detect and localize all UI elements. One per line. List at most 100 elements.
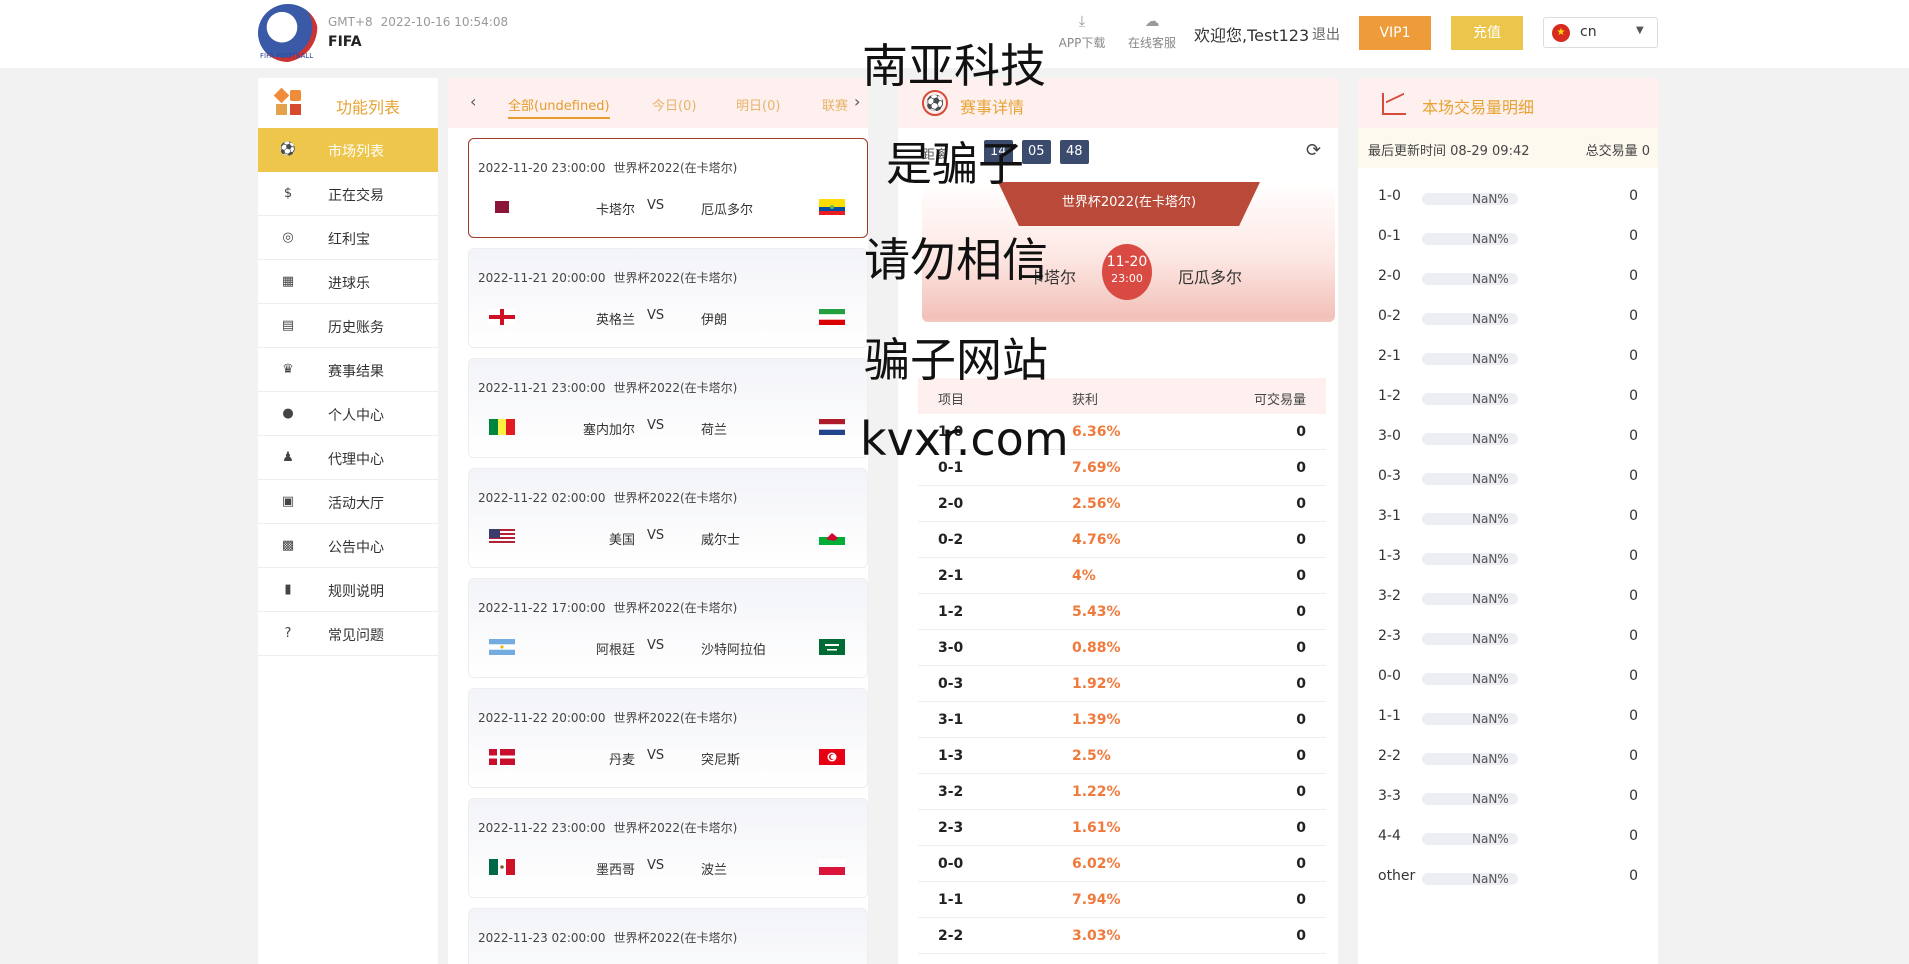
document-icon: ▮ [284, 582, 292, 597]
odds-row[interactable]: 1-2 5.43% 0 [918, 594, 1326, 630]
sidebar-item-market-list[interactable]: ⚽ 市场列表 [258, 128, 438, 172]
odds-row[interactable]: 1-1 7.94% 0 [918, 882, 1326, 918]
sidebar-item-bonus[interactable]: ◎ 红利宝 [258, 216, 438, 260]
match-time: 2022-11-22 17:00:00 [478, 601, 606, 615]
sidebar-item-goal[interactable]: ▦ 进球乐 [258, 260, 438, 304]
odds-row[interactable]: 0-0 6.02% 0 [918, 846, 1326, 882]
volume-row: 2-1 NaN% 0 [1358, 336, 1658, 376]
odds-row[interactable]: 2-1 4% 0 [918, 558, 1326, 594]
odds-row[interactable]: 1-3 2.5% 0 [918, 738, 1326, 774]
tab-today[interactable]: 今日(0) [652, 95, 696, 114]
welcome-text: 欢迎您,Test123 [1194, 26, 1310, 45]
timezone-label: GMT+8 [328, 15, 373, 29]
kickoff-date: 11-20 [1106, 254, 1148, 270]
odds-item: 1-2 [938, 604, 964, 620]
odds-profit: 1.22% [1072, 784, 1121, 800]
match-time: 2022-11-21 23:00:00 [478, 381, 606, 395]
watermark-line: 骗子网站 [864, 333, 1048, 387]
refresh-icon[interactable]: ⟳ [1306, 140, 1321, 161]
odds-row[interactable]: 3-2 1.22% 0 [918, 774, 1326, 810]
tunisia-flag-icon [819, 749, 845, 765]
online-service-link[interactable]: ☁ 在线客服 [1124, 12, 1180, 51]
odds-row[interactable]: 3-1 1.39% 0 [918, 702, 1326, 738]
sidebar-item-rules[interactable]: ▮ 规则说明 [258, 568, 438, 612]
volume-value: 0 [1629, 668, 1638, 684]
volume-row-label: 3-0 [1378, 428, 1401, 444]
chevron-right-icon[interactable]: › [854, 92, 860, 111]
sidebar-item-agent[interactable]: ♟ 代理中心 [258, 436, 438, 480]
sidebar-item-label: 代理中心 [328, 452, 384, 468]
odds-item: 3-2 [938, 784, 964, 800]
odds-row[interactable]: 0-2 4.76% 0 [918, 522, 1326, 558]
kickoff-time: 23:00 [1111, 272, 1143, 285]
vip-button[interactable]: VIP1 [1359, 16, 1431, 50]
sidebar-item-profile[interactable]: ● 个人中心 [258, 392, 438, 436]
odds-item: 2-2 [938, 928, 964, 944]
mexico-flag-icon [489, 859, 515, 875]
odds-profit: 4.76% [1072, 532, 1121, 548]
logout-link[interactable]: 退出 [1312, 24, 1340, 44]
volume-row: 1-1 NaN% 0 [1358, 696, 1658, 736]
match-card[interactable]: 2022-11-21 20:00:00 世界杯2022(在卡塔尔) 英格兰 VS … [468, 248, 868, 348]
home-team: 丹麦 [608, 753, 635, 768]
odds-row[interactable]: 2-0 2.56% 0 [918, 486, 1326, 522]
volume-row-label: 2-2 [1378, 748, 1401, 764]
volume-percent: NaN% [1472, 472, 1509, 486]
odds-row[interactable]: 2-3 1.61% 0 [918, 810, 1326, 846]
volume-value: 0 [1629, 788, 1638, 804]
volume-row: 2-0 NaN% 0 [1358, 256, 1658, 296]
tab-league[interactable]: 联赛 [822, 95, 848, 114]
col-profit: 获利 [1072, 393, 1099, 408]
sidebar-item-faq[interactable]: ? 常见问题 [258, 612, 438, 656]
match-card[interactable]: 2022-11-22 23:00:00 世界杯2022(在卡塔尔) 墨西哥 VS … [468, 798, 868, 898]
volume-row-label: 1-2 [1378, 388, 1401, 404]
odds-item: 3-1 [938, 712, 964, 728]
app-download-link[interactable]: ⤓ APP下载 [1056, 12, 1108, 51]
argentina-flag-icon [489, 639, 515, 655]
odds-volume: 0 [1296, 820, 1306, 836]
volume-title: 本场交易量明细 [1422, 98, 1535, 117]
volume-percent: NaN% [1472, 312, 1509, 326]
volume-percent: NaN% [1472, 272, 1509, 286]
sidebar-item-history[interactable]: ▤ 历史账务 [258, 304, 438, 348]
sidebar-header: 功能列表 [258, 78, 438, 128]
odds-row[interactable]: 3-0 0.88% 0 [918, 630, 1326, 666]
coins-icon: ◎ [282, 230, 294, 245]
col-item: 项目 [938, 393, 965, 408]
chevron-left-icon[interactable]: ‹ [470, 92, 476, 111]
volume-row-label: 3-1 [1378, 508, 1401, 524]
tab-all[interactable]: 全部(undefined) [508, 95, 610, 119]
vs-label: VS [647, 308, 665, 323]
volume-row-label: 0-1 [1378, 228, 1401, 244]
sidebar-item-results[interactable]: ♛ 赛事结果 [258, 348, 438, 392]
match-time: 2022-11-22 23:00:00 [478, 821, 606, 835]
countdown-minutes: 05 [1022, 140, 1051, 164]
odds-row[interactable]: 0-3 1.92% 0 [918, 666, 1326, 702]
volume-percent: NaN% [1472, 872, 1509, 886]
chevron-down-icon: ▼ [1636, 25, 1644, 36]
sidebar-item-notices[interactable]: ▩ 公告中心 [258, 524, 438, 568]
gift-icon: ▣ [281, 494, 295, 509]
match-card[interactable]: 2022-11-22 17:00:00 世界杯2022(在卡塔尔) 阿根廷 VS … [468, 578, 868, 678]
volume-value: 0 [1629, 428, 1638, 444]
odds-volume: 0 [1296, 532, 1306, 548]
volume-header: 本场交易量明细 [1358, 78, 1658, 128]
match-card[interactable]: 2022-11-22 02:00:00 世界杯2022(在卡塔尔) 美国 VS 威… [468, 468, 868, 568]
match-card[interactable]: 2022-11-21 23:00:00 世界杯2022(在卡塔尔) 塞内加尔 VS… [468, 358, 868, 458]
match-card[interactable]: 2022-11-22 20:00:00 世界杯2022(在卡塔尔) 丹麦 VS 突… [468, 688, 868, 788]
match-card[interactable]: 2022-11-20 23:00:00 世界杯2022(在卡塔尔) 卡塔尔 VS … [468, 138, 868, 238]
qatar-flag-icon [489, 199, 515, 215]
odds-row[interactable]: 2-2 3.03% 0 [918, 918, 1326, 954]
sidebar-item-events[interactable]: ▣ 活动大厅 [258, 480, 438, 524]
language-select[interactable]: ★ cn ▼ [1543, 17, 1658, 48]
sidebar-item-trading[interactable]: $ 正在交易 [258, 172, 438, 216]
volume-row: 1-3 NaN% 0 [1358, 536, 1658, 576]
volume-value: 0 [1629, 748, 1638, 764]
match-card[interactable]: 2022-11-23 02:00:00 世界杯2022(在卡塔尔) [468, 908, 868, 964]
tab-tomorrow[interactable]: 明日(0) [736, 95, 780, 114]
recharge-button[interactable]: 充值 [1451, 16, 1523, 50]
volume-row-label: 4-4 [1378, 828, 1401, 844]
volume-value: 0 [1629, 268, 1638, 284]
match-league: 世界杯2022(在卡塔尔) [613, 601, 738, 615]
odds-profit: 0.88% [1072, 640, 1121, 656]
